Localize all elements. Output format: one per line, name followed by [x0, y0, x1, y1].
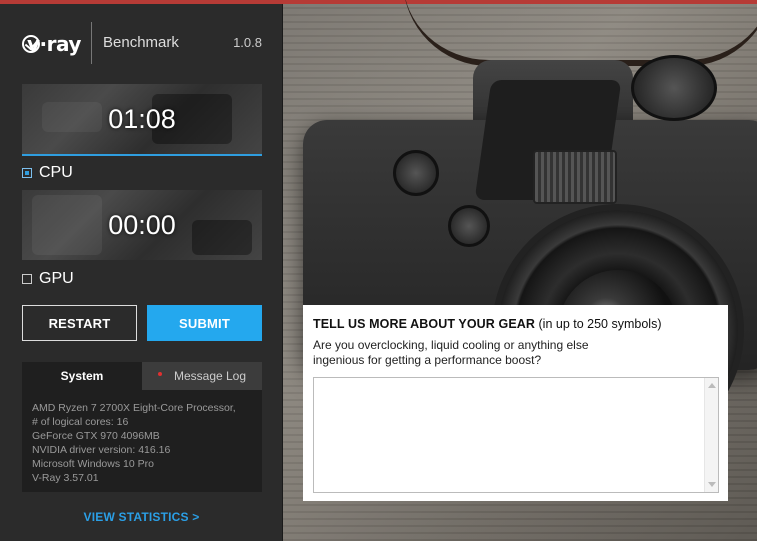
cpu-result-tile[interactable]: 01:08	[22, 84, 262, 154]
system-info-line: GeForce GTX 970 4096MB	[32, 430, 160, 442]
restart-button[interactable]: RESTART	[22, 305, 137, 341]
camera-button	[448, 205, 490, 247]
camera-window	[533, 150, 617, 204]
gear-textarea[interactable]	[313, 377, 719, 493]
camera-strap	[403, 0, 757, 66]
product-name: Benchmark	[103, 34, 179, 51]
tab-message-log[interactable]: Message Log	[142, 362, 262, 390]
system-info-line: AMD Ryzen 7 2700X Eight-Core Processor,	[32, 402, 236, 414]
gear-title: TELL US MORE ABOUT YOUR GEAR (in up to 2…	[313, 317, 718, 331]
info-tabs: System Message Log	[22, 362, 262, 390]
gpu-checkbox-row[interactable]: GPU	[22, 270, 74, 288]
system-info-line: V-Ray 3.57.01	[32, 472, 99, 484]
system-info-panel: AMD Ryzen 7 2700X Eight-Core Processor, …	[22, 390, 262, 492]
cpu-selected-indicator	[22, 154, 262, 156]
tab-system-label: System	[60, 369, 104, 383]
textarea-scrollbar[interactable]	[704, 378, 718, 492]
submit-button[interactable]: SUBMIT	[147, 305, 262, 341]
gpu-result-tile[interactable]: 00:00	[22, 190, 262, 260]
cpu-checkbox-row[interactable]: CPU	[22, 164, 73, 182]
gpu-timer: 00:00	[108, 209, 176, 240]
scroll-up-icon[interactable]	[708, 383, 716, 388]
left-panel: v·ray Benchmark 1.0.8 01:08 CPU 00:00 GP…	[0, 0, 283, 541]
version-label: 1.0.8	[233, 35, 262, 50]
vray-logo-icon	[22, 35, 40, 53]
scroll-down-icon[interactable]	[708, 482, 716, 487]
tab-message-log-label: Message Log	[173, 369, 247, 383]
camera-dial	[631, 55, 717, 121]
camera-knob	[393, 150, 439, 196]
checkbox-checked-icon[interactable]	[22, 168, 32, 178]
gear-title-bold: TELL US MORE ABOUT YOUR GEAR	[313, 317, 536, 331]
tab-system[interactable]: System	[22, 362, 142, 390]
gear-description: Are you overclocking, liquid cooling or …	[313, 338, 589, 367]
app-header: v·ray Benchmark 1.0.8	[22, 20, 272, 66]
red-dot-icon	[157, 372, 162, 376]
gpu-label: GPU	[39, 270, 74, 287]
top-accent-bar	[0, 0, 283, 4]
system-info-line: Microsoft Windows 10 Pro	[32, 458, 154, 470]
cpu-timer: 01:08	[108, 103, 176, 134]
checkbox-unchecked-icon[interactable]	[22, 274, 32, 284]
system-info-line: NVIDIA driver version: 416.16	[32, 444, 171, 456]
header-divider	[91, 22, 92, 64]
view-statistics-link[interactable]: VIEW STATISTICS >	[0, 510, 283, 524]
system-info-line: # of logical cores: 16	[32, 416, 129, 428]
gear-feedback-panel: TELL US MORE ABOUT YOUR GEAR (in up to 2…	[303, 305, 728, 501]
vray-logo: v·ray	[22, 32, 81, 56]
cpu-label: CPU	[39, 164, 73, 181]
gear-title-suffix: (in up to 250 symbols)	[538, 317, 662, 331]
